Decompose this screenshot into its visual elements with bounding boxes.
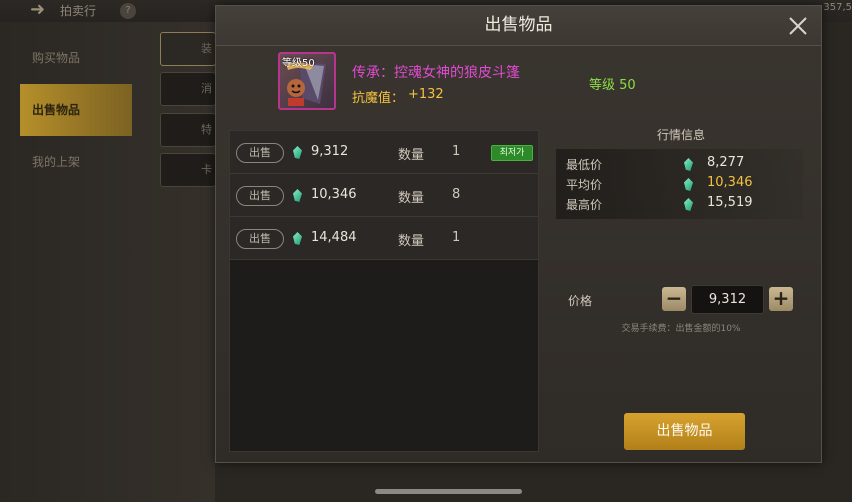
close-icon[interactable] — [786, 14, 810, 38]
quantity-label: 数量 — [398, 148, 425, 163]
min-price-value: 8,277 — [707, 155, 745, 170]
listing-price: 10,346 — [311, 187, 357, 202]
left-menu: 购买物品 出售物品 我的上架 装 消 特 卡 — [0, 22, 216, 502]
avg-price-label: 平均价 — [566, 178, 603, 192]
listing-row: 出售 9,312 数量 1 최저가 — [230, 131, 538, 174]
listing-quantity: 1 — [452, 144, 461, 159]
quantity-label: 数量 — [398, 191, 425, 206]
listing-quantity: 8 — [452, 187, 461, 202]
sell-item-button[interactable]: 出售物品 — [624, 413, 745, 450]
lowest-price-badge: 최저가 — [491, 145, 533, 161]
sell-tag-button[interactable]: 出售 — [236, 229, 284, 249]
category-tab-3[interactable]: 特 — [160, 113, 216, 147]
avg-price-value: 10,346 — [707, 175, 753, 190]
category-tab-4[interactable]: 卡 — [160, 153, 216, 187]
back-arrow-icon[interactable]: ➜ — [30, 0, 50, 20]
decrease-price-button[interactable]: − — [662, 287, 686, 311]
gem-icon — [293, 189, 302, 202]
listing-quantity: 1 — [452, 230, 461, 245]
home-indicator[interactable] — [375, 489, 522, 494]
item-cloak-icon: 等级50 — [278, 52, 336, 110]
help-icon[interactable]: ? — [120, 3, 136, 19]
sell-item-popup: 出售物品 等级50 传承：控魂女神的狼皮斗篷 抗魔值： +132 等级 50 出… — [215, 5, 822, 463]
quantity-label: 数量 — [398, 234, 425, 249]
listing-row: 出售 10,346 数量 8 — [230, 174, 538, 217]
item-stat-value: +132 — [408, 87, 444, 102]
listings-panel: 出售 9,312 数量 1 최저가 出售 10,346 数量 8 出售 14,4… — [229, 130, 539, 452]
menu-item-my-listings[interactable]: 我的上架 — [20, 136, 132, 188]
sell-tag-button[interactable]: 出售 — [236, 143, 284, 163]
max-price-label: 最高价 — [566, 198, 603, 212]
max-price-value: 15,519 — [707, 195, 753, 210]
fee-note: 交易手续费：出售金额的10% — [621, 324, 741, 334]
market-info-title: 行情信息 — [656, 128, 705, 142]
listing-price: 9,312 — [311, 144, 349, 159]
gem-icon — [684, 198, 693, 211]
menu-item-sell[interactable]: 出售物品 — [20, 84, 132, 136]
popup-header: 出售物品 — [216, 6, 821, 46]
gem-icon — [684, 178, 693, 191]
auction-house-title: 拍卖行 — [60, 4, 97, 18]
category-tab-2[interactable]: 消 — [160, 72, 216, 106]
min-price-label: 最低价 — [566, 158, 603, 172]
gem-icon — [684, 158, 693, 171]
price-label: 价格 — [568, 294, 593, 308]
item-level-badge: 等级50 — [282, 58, 315, 69]
item-name: 传承：控魂女神的狼皮斗篷 — [352, 65, 520, 81]
sell-tag-button[interactable]: 出售 — [236, 186, 284, 206]
price-input[interactable]: 9,312 — [691, 285, 764, 314]
category-tab-1[interactable]: 装 — [160, 32, 216, 66]
gem-icon — [293, 146, 302, 159]
gem-icon — [293, 232, 302, 245]
menu-item-buy[interactable]: 购买物品 — [20, 32, 132, 84]
increase-price-button[interactable]: + — [769, 287, 793, 311]
market-info-box: 最低价 8,277 平均价 10,346 最高价 15,519 — [556, 149, 803, 219]
popup-title: 出售物品 — [484, 15, 553, 35]
listing-row: 出售 14,484 数量 1 — [230, 217, 538, 260]
listing-price: 14,484 — [311, 230, 357, 245]
item-grade: 等级 50 — [589, 78, 636, 93]
item-stat-label: 抗魔值： — [352, 91, 405, 106]
currency-amount: 357,5 — [823, 2, 852, 13]
